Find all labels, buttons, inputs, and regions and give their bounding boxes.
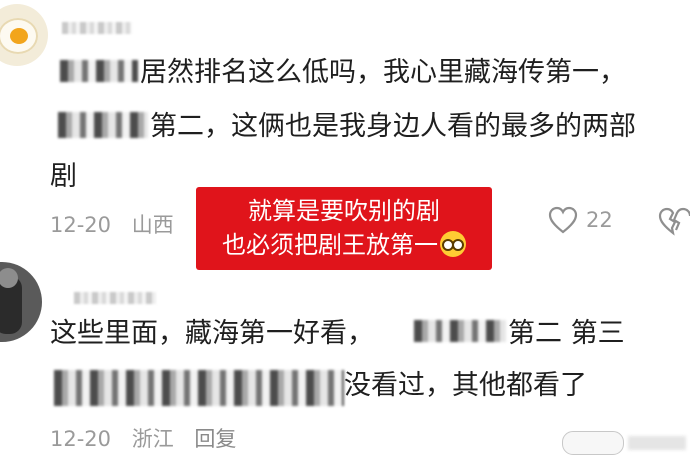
caption-line: 就算是要吹别的剧 (248, 197, 440, 225)
caption-line-text: 也必须把剧王放第一 (222, 231, 438, 259)
comment-text-line: 没看过，其他都看了 (344, 370, 587, 401)
comment-meta: 12-20 山西 (50, 209, 188, 239)
dislike-button[interactable] (656, 206, 690, 236)
avatar[interactable] (0, 4, 48, 66)
avatar-egg-yolk (10, 28, 28, 44)
comment-text-line: 这些里面，藏海第一好看， (50, 318, 374, 349)
comment-text-line: 第二，这俩也是我身边人看的最多的两部 (150, 111, 636, 142)
comment-text-line: 第二 第三 (508, 318, 625, 349)
redacted-text (58, 112, 148, 138)
caption-overlay: 就算是要吹别的剧 也必须把剧王放第一 (196, 187, 492, 270)
comment-text-line: 剧 (50, 161, 77, 192)
comment-date: 12-20 (50, 427, 112, 451)
comment-text-line: 居然排名这么低吗，我心里藏海传第一， (140, 57, 626, 88)
redacted-text (60, 60, 138, 82)
watermark-blur (628, 436, 686, 450)
username-redacted[interactable] (74, 292, 156, 304)
nerd-face-emoji-icon (440, 231, 466, 257)
broken-heart-icon (658, 207, 690, 236)
watermark (562, 431, 686, 455)
username-redacted[interactable] (62, 22, 132, 34)
comment-meta: 12-20 浙江 回复 (50, 423, 250, 453)
comment-location: 山西 (131, 213, 174, 237)
comment-date: 12-20 (50, 213, 112, 237)
comment-location: 浙江 (131, 427, 174, 451)
avatar[interactable] (0, 262, 42, 342)
heart-outline-icon (548, 206, 578, 234)
caption-line-2: 也必须把剧王放第一 (196, 228, 492, 262)
redacted-text (414, 320, 506, 342)
like-count: 22 (586, 208, 613, 232)
redacted-text (54, 370, 344, 406)
watermark-logo-icon (562, 431, 624, 455)
reply-button[interactable]: 回复 (194, 427, 236, 451)
like-button[interactable]: 22 (548, 206, 613, 234)
